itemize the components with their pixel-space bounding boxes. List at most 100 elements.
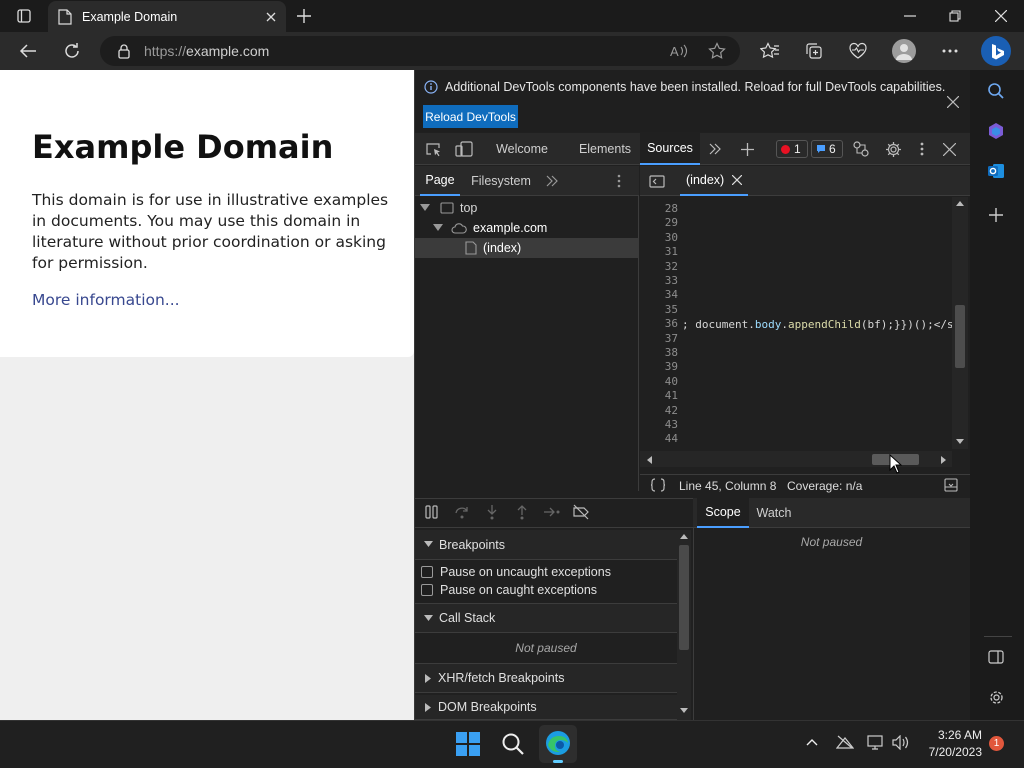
line-number[interactable]: 44 xyxy=(640,432,678,445)
close-window-icon[interactable] xyxy=(991,6,1011,26)
debugger-scroll-thumb[interactable] xyxy=(679,545,689,650)
reload-devtools-button[interactable]: Reload DevTools xyxy=(423,105,518,128)
line-number[interactable]: 36 xyxy=(640,317,678,330)
line-number[interactable]: 37 xyxy=(640,332,678,345)
restore-icon[interactable] xyxy=(945,6,965,26)
back-icon[interactable] xyxy=(17,41,39,61)
address-bar[interactable]: https://example.com xyxy=(100,36,740,66)
sidebar-copilot-icon[interactable] xyxy=(987,122,1005,140)
navigator-tab-filesystem[interactable]: Filesystem xyxy=(468,166,534,196)
notification-badge[interactable]: 1 xyxy=(989,736,1004,751)
tab-scope[interactable]: Scope xyxy=(697,498,749,528)
monitor-icon[interactable] xyxy=(867,735,885,750)
pause-icon[interactable] xyxy=(424,504,440,520)
sidebar-add-icon[interactable] xyxy=(989,208,1003,222)
pretty-print-icon[interactable] xyxy=(650,478,666,492)
scroll-up-arrow-icon[interactable] xyxy=(955,199,965,207)
pause-uncaught-checkbox-row[interactable]: Pause on uncaught exceptions xyxy=(415,563,677,581)
more-navigator-tabs-icon[interactable] xyxy=(543,173,561,189)
browser-tab[interactable]: Example Domain xyxy=(48,1,286,32)
favorite-star-icon[interactable] xyxy=(706,40,728,62)
toggle-navigator-icon[interactable] xyxy=(648,172,666,190)
minimize-icon[interactable] xyxy=(900,6,920,26)
line-number[interactable]: 38 xyxy=(640,346,678,359)
browser-essentials-icon[interactable] xyxy=(847,40,869,62)
settings-gear-icon[interactable] xyxy=(883,139,903,159)
sidebar-settings-icon[interactable] xyxy=(988,689,1005,706)
tab-actions-icon[interactable] xyxy=(14,6,34,26)
tree-item-example-com[interactable]: example.com xyxy=(433,218,547,238)
line-number[interactable]: 43 xyxy=(640,418,678,431)
line-number[interactable]: 33 xyxy=(640,274,678,287)
volume-icon[interactable] xyxy=(892,735,909,750)
pause-uncaught-checkbox[interactable] xyxy=(421,566,433,578)
bing-copilot-icon[interactable] xyxy=(981,36,1011,66)
scroll-down-arrow-icon[interactable] xyxy=(679,707,689,715)
xhr-breakpoints-section[interactable]: XHR/fetch Breakpoints xyxy=(415,663,677,693)
favorites-icon[interactable] xyxy=(759,40,781,62)
line-number[interactable]: 34 xyxy=(640,288,678,301)
tree-item-top[interactable]: top xyxy=(420,198,477,218)
device-emulation-icon[interactable] xyxy=(454,140,474,158)
pause-caught-checkbox[interactable] xyxy=(421,584,433,596)
line-number[interactable]: 30 xyxy=(640,231,678,244)
scroll-up-arrow-icon[interactable] xyxy=(679,532,689,540)
line-number[interactable]: 29 xyxy=(640,216,678,229)
line-number[interactable]: 42 xyxy=(640,404,678,417)
breakpoints-section[interactable]: Breakpoints xyxy=(415,530,677,560)
read-aloud-icon[interactable]: A xyxy=(668,41,690,61)
network-status-icon[interactable] xyxy=(836,735,854,749)
refresh-icon[interactable] xyxy=(61,41,83,61)
call-stack-section[interactable]: Call Stack xyxy=(415,603,677,633)
line-number[interactable]: 32 xyxy=(640,260,678,273)
close-tab-icon[interactable] xyxy=(266,12,276,22)
sidebar-outlook-icon[interactable] xyxy=(987,162,1005,180)
toggle-debugger-icon[interactable] xyxy=(944,478,958,492)
tab-welcome[interactable]: Welcome xyxy=(488,133,556,165)
close-file-icon[interactable] xyxy=(732,175,743,185)
line-number[interactable]: 40 xyxy=(640,375,678,388)
vertical-scroll-thumb[interactable] xyxy=(955,305,965,368)
navigator-menu-icon[interactable] xyxy=(612,173,626,189)
start-windows-icon[interactable] xyxy=(456,732,480,756)
line-number[interactable]: 39 xyxy=(640,360,678,373)
show-hidden-icons-chevron[interactable] xyxy=(806,738,818,746)
error-count-badge[interactable]: 1 xyxy=(776,140,808,158)
customize-menu-icon[interactable] xyxy=(914,140,930,158)
close-devtools-icon[interactable] xyxy=(940,140,958,158)
close-infobar-icon[interactable] xyxy=(944,93,962,111)
message-count-badge[interactable]: 6 xyxy=(811,140,843,158)
scroll-down-arrow-icon[interactable] xyxy=(955,438,965,446)
tab-watch[interactable]: Watch xyxy=(752,498,796,528)
more-options-icon[interactable] xyxy=(939,41,961,61)
collections-icon[interactable] xyxy=(803,40,825,62)
scroll-left-arrow-icon[interactable] xyxy=(645,455,653,465)
more-information-link[interactable]: More information... xyxy=(32,291,180,309)
sidebar-search-icon[interactable] xyxy=(987,82,1005,100)
line-number[interactable]: 41 xyxy=(640,389,678,402)
network-connections-icon[interactable] xyxy=(851,139,871,159)
tree-item-index[interactable]: (index) xyxy=(415,238,639,258)
deactivate-breakpoints-icon[interactable] xyxy=(572,504,590,520)
new-tab-icon[interactable] xyxy=(294,6,314,26)
tab-sources[interactable]: Sources xyxy=(640,133,700,165)
inspect-element-icon[interactable] xyxy=(423,140,443,158)
add-tool-icon[interactable] xyxy=(738,140,756,158)
line-number[interactable]: 28 xyxy=(640,202,678,215)
clock-date[interactable]: 7/20/2023 xyxy=(918,745,982,759)
scroll-right-arrow-icon[interactable] xyxy=(940,455,948,465)
navigator-tab-page[interactable]: Page xyxy=(420,166,460,196)
taskbar-edge-button[interactable] xyxy=(539,725,577,763)
line-number[interactable]: 31 xyxy=(640,245,678,258)
clock-time[interactable]: 3:26 AM xyxy=(918,728,982,742)
line-number[interactable]: 35 xyxy=(640,303,678,316)
sidebar-pane-icon[interactable] xyxy=(988,650,1004,664)
more-tabs-chevron-icon[interactable] xyxy=(706,140,724,158)
editor-file-tab[interactable]: (index) xyxy=(680,166,749,196)
pause-caught-checkbox-row[interactable]: Pause on caught exceptions xyxy=(415,581,677,599)
taskbar-search-icon[interactable] xyxy=(501,732,525,756)
profile-avatar[interactable] xyxy=(892,39,916,63)
dom-breakpoints-section[interactable]: DOM Breakpoints xyxy=(415,695,677,720)
infobar-message: Additional DevTools components have been… xyxy=(445,80,946,94)
tab-elements[interactable]: Elements xyxy=(572,133,638,165)
